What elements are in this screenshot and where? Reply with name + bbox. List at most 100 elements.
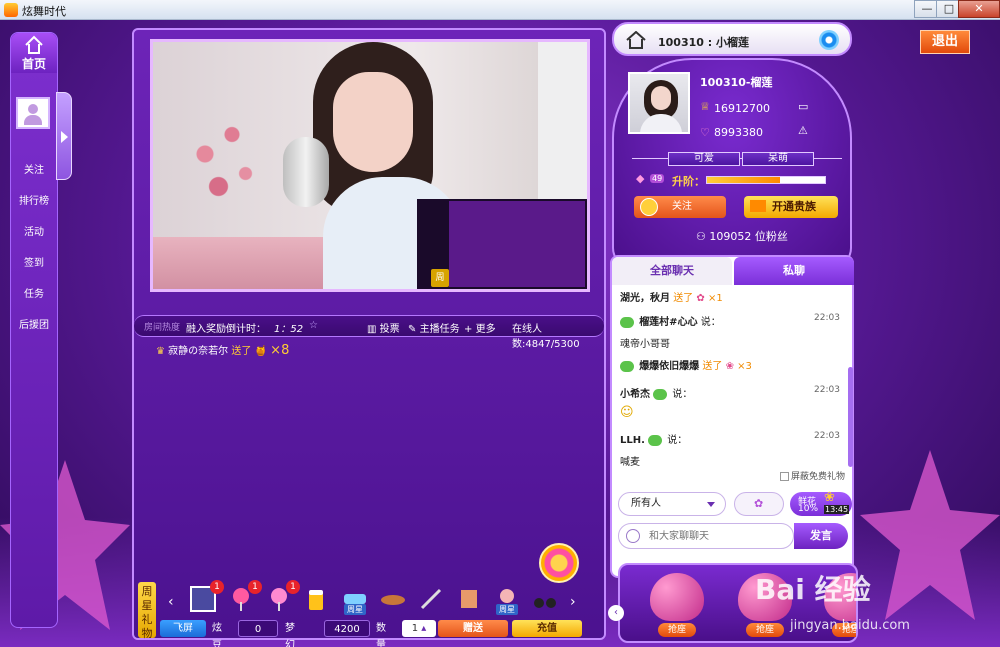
flower-basket-icon: ❀ — [824, 490, 835, 505]
room-hot-label: 房间热度 — [144, 323, 181, 333]
week-star-gift-tab[interactable]: 周 星 礼 物 — [138, 582, 156, 640]
chat-scrollbar[interactable] — [848, 367, 853, 467]
gift-beer[interactable] — [304, 586, 330, 612]
chat-user[interactable]: 小希杰 — [620, 389, 650, 400]
countdown-label: 融入奖励倒计时： — [186, 324, 266, 335]
flower-timer: 13:45 — [824, 505, 850, 514]
week-star-char: 礼 — [141, 613, 153, 626]
anchor-stat-1: 16912700 — [714, 102, 770, 115]
tab-private-chat[interactable]: 私聊 — [734, 257, 854, 285]
tab-all-chat[interactable]: 全部聊天 — [612, 257, 732, 285]
live-video[interactable]: 周 — [150, 39, 590, 292]
exit-button[interactable]: 退出 — [920, 30, 970, 54]
pip-video[interactable]: 周 — [417, 199, 587, 289]
send-chat-button[interactable]: 发言 — [794, 523, 848, 549]
anchor-task-button[interactable]: ✎ 主播任务 — [408, 320, 460, 335]
chat-user[interactable]: 榴莲村#心心 — [639, 317, 697, 328]
app-stage: 首页 关注 排行榜 活动 签到 任务 后援团 周 房间热度 融入奖励倒计时： 1… — [0, 20, 1000, 647]
gift-scroll[interactable] — [456, 586, 482, 612]
countdown-value: 1：52 — [274, 324, 304, 335]
checkbox-icon — [780, 472, 789, 481]
quantity-value: 1 — [411, 623, 419, 634]
chat-message-body: 喊麦 — [620, 457, 640, 468]
anchor-card: 100310-榴莲 ♕ 16912700 ▭ ♡ 8993380 ⚠ 可爱 呆萌… — [612, 58, 852, 268]
nav-item-follow[interactable]: 关注 — [11, 161, 57, 176]
chat-message: 爆爆依旧爆爆 送了 ❀ ×3 — [620, 357, 752, 372]
gift-badge: 1 — [210, 580, 224, 594]
smiley-icon[interactable] — [626, 529, 640, 543]
nav-expand-handle[interactable] — [56, 92, 72, 180]
gift-next-button[interactable]: › — [570, 594, 576, 610]
house-icon — [626, 31, 646, 49]
gift-user[interactable]: 寂静の奈若尔 — [168, 346, 228, 357]
chat-input[interactable] — [618, 523, 794, 549]
chat-time: 22:03 — [814, 313, 840, 323]
gift-bread[interactable] — [380, 586, 406, 612]
app-window: 炫舞时代 — □ ✕ 首页 关注 排行榜 活动 签到 任务 后援团 周 房间热度… — [0, 0, 1000, 647]
nav-item-ranking[interactable]: 排行榜 — [11, 192, 57, 207]
anchor-avatar[interactable] — [628, 72, 690, 134]
nav-item-task[interactable]: 任务 — [11, 285, 57, 300]
chat-target-select[interactable]: 所有人 — [618, 492, 726, 516]
seat-prev-button[interactable]: ‹ — [608, 605, 624, 621]
seat[interactable]: 抢座 — [642, 571, 712, 641]
room-info-bar: 房间热度 融入奖励倒计时： 1：52 ☆ ▥ 投票 ✎ 主播任务 + 更多 在线… — [134, 315, 604, 350]
flower-button[interactable]: 鲜花 10% ❀ 13:45 — [790, 490, 852, 516]
grab-seat-button[interactable]: 抢座 — [746, 623, 784, 637]
gift-knife[interactable] — [418, 586, 444, 612]
ring-icon[interactable] — [819, 30, 839, 50]
right-star-decoration — [860, 450, 1000, 620]
chat-text: 送了 — [702, 361, 723, 372]
room-header: 100310 : 小榴莲 — [612, 22, 852, 56]
recharge-button[interactable]: 充值 — [512, 620, 582, 637]
level-label: 升阶： — [672, 175, 705, 188]
user-avatar[interactable] — [16, 97, 50, 129]
fly-screen-button[interactable]: 飞屏 — [160, 620, 206, 637]
chat-user[interactable]: LLH. — [620, 435, 645, 446]
more-button[interactable]: + 更多 — [464, 320, 496, 335]
pip-badge: 周 — [431, 269, 449, 287]
nav-home[interactable]: 首页 — [11, 33, 57, 73]
level-badge-icon — [620, 316, 634, 328]
anchor-task-label: 主播任务 — [419, 324, 460, 335]
anchor-tag: 可爱 — [668, 152, 740, 166]
beans-value: 0 — [238, 620, 278, 637]
gift-panel: 周 星 礼 物 ‹ 1 1 1 周星 周星 › 飞屏 炫豆 0 梦幻 4200 … — [138, 580, 600, 647]
gift-motorbike[interactable] — [532, 586, 558, 612]
gift-user-icon: ♛ — [156, 346, 165, 357]
week-star-char: 周 — [141, 585, 153, 598]
beans-label: 炫豆 — [212, 623, 222, 647]
id-card-icon[interactable]: ▭ — [798, 100, 808, 113]
block-free-gifts-checkbox[interactable]: 屏蔽免费礼物 — [780, 469, 845, 482]
flower-icon: ❀ — [725, 361, 734, 372]
warning-icon[interactable]: ⚠ — [798, 124, 808, 137]
grab-seat-button[interactable]: 抢座 — [658, 623, 696, 637]
nav-item-signin[interactable]: 签到 — [11, 254, 57, 269]
open-noble-button[interactable]: 开通贵族 — [744, 196, 838, 218]
heart-icon: ♡ — [700, 126, 710, 139]
vote-label: 投票 — [379, 324, 400, 335]
lucky-wheel-icon[interactable] — [539, 543, 579, 583]
microphone — [283, 137, 329, 207]
send-gift-button[interactable]: 赠送 — [438, 620, 508, 637]
gift-prev-button[interactable]: ‹ — [168, 594, 174, 610]
room-title: 100310 : 小榴莲 — [658, 36, 749, 49]
chat-time: 22:03 — [814, 431, 840, 441]
chat-message: LLH. 说： — [620, 431, 687, 446]
close-button[interactable]: ✕ — [958, 0, 1000, 18]
vote-button[interactable]: ▥ 投票 — [367, 320, 400, 335]
nav-item-support-group[interactable]: 后援团 — [11, 316, 57, 331]
chat-messages: 湖光，秋月 送了 ✿ ×1 榴莲村#心心 说： 22:03 魂帝小哥哥 爆爆依旧… — [612, 285, 848, 475]
open-noble-label: 开通贵族 — [772, 200, 816, 213]
watermark-url: jingyan.baidu.com — [790, 618, 910, 633]
follow-button[interactable]: 关注 — [634, 196, 726, 218]
chat-user[interactable]: 湖光，秋月 — [620, 293, 670, 304]
emoji-button[interactable]: ✿ — [734, 492, 784, 516]
flower-pct: 10% — [798, 504, 819, 514]
chat-user[interactable]: 爆爆依旧爆爆 — [639, 361, 699, 372]
title-bar: 炫舞时代 — □ ✕ — [0, 0, 1000, 20]
crown-icon — [750, 200, 766, 212]
nav-item-activity[interactable]: 活动 — [11, 223, 57, 238]
quantity-stepper[interactable]: 1 ▴ — [402, 620, 436, 637]
medal-icon: ♕ — [700, 100, 710, 113]
